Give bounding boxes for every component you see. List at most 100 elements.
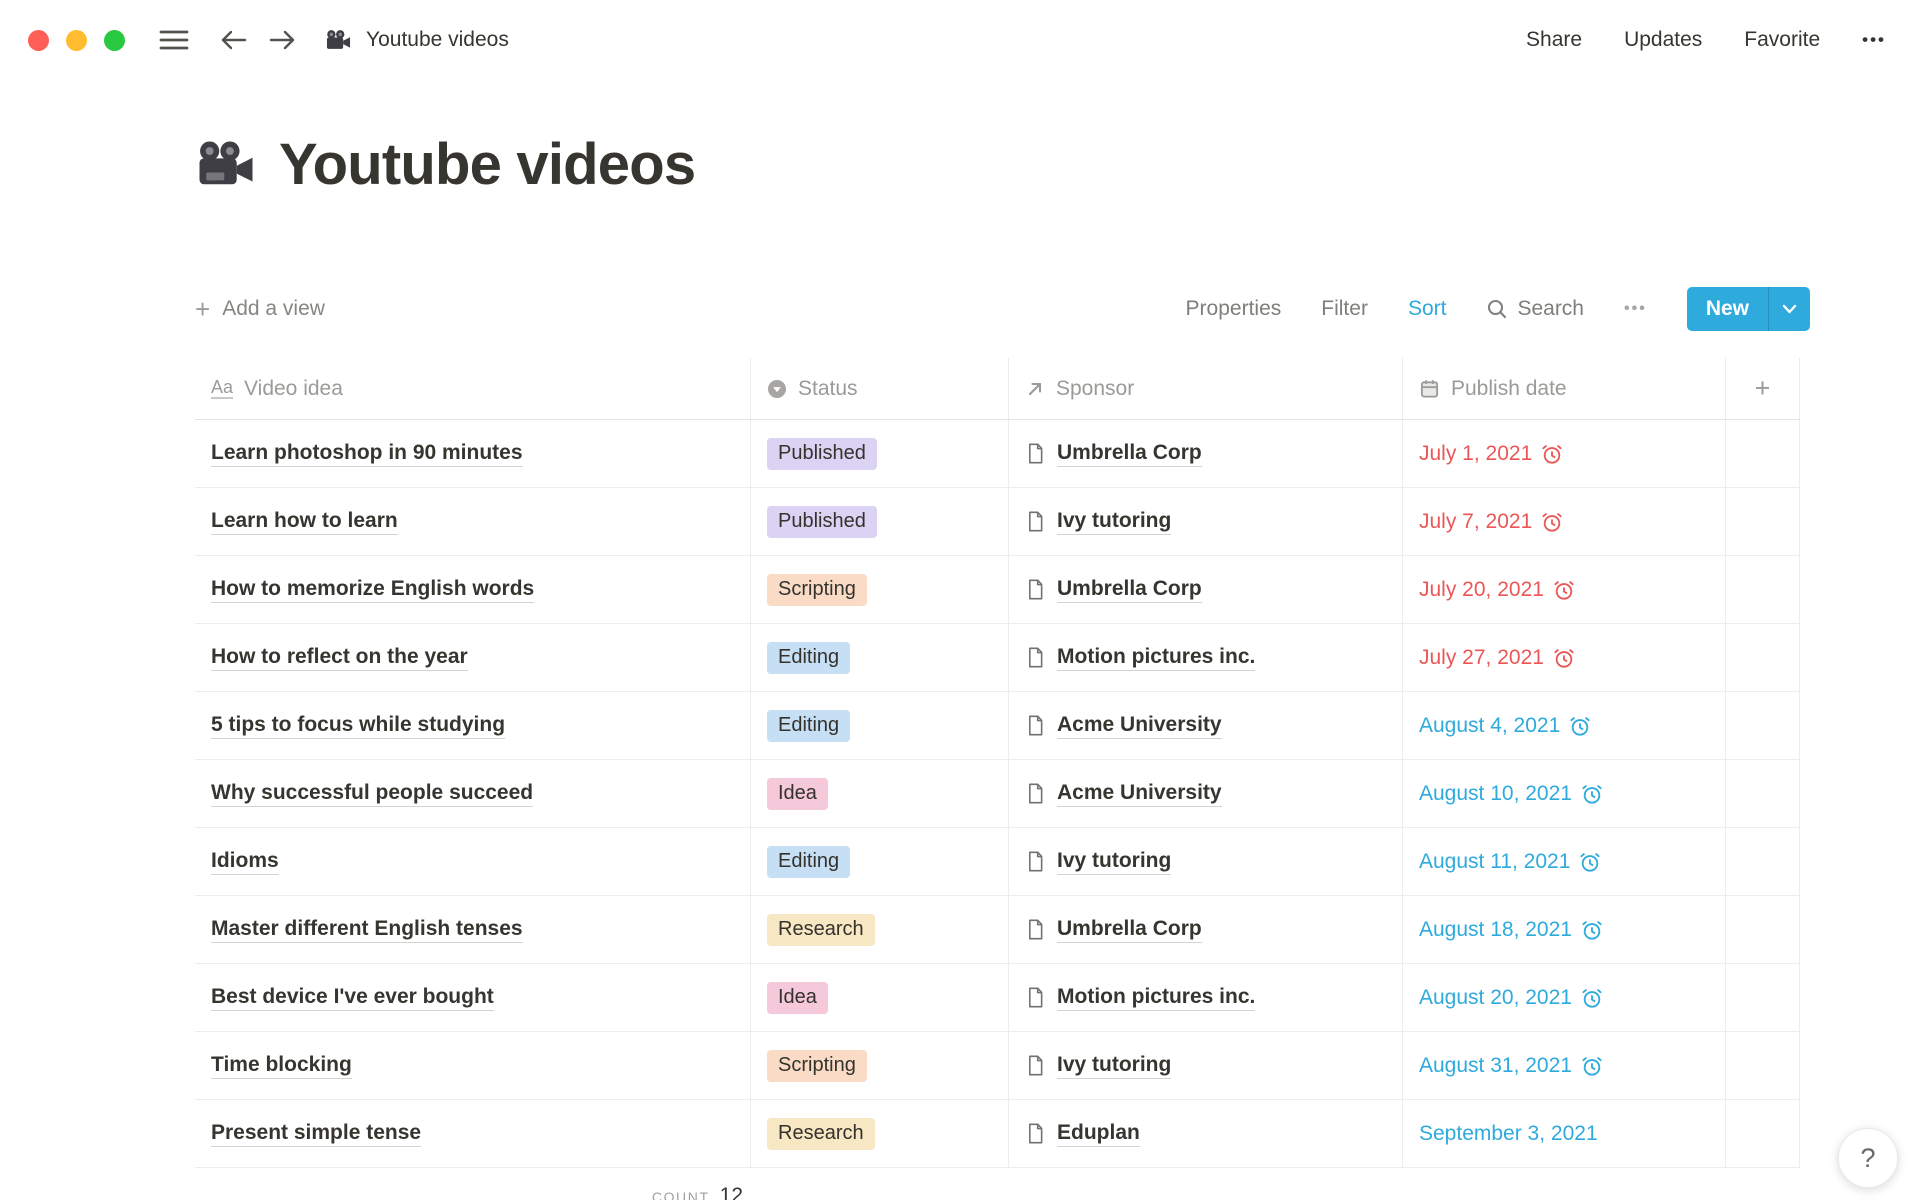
row-title-link[interactable]: Learn photoshop in 90 minutes — [211, 441, 523, 467]
search-button[interactable]: Search — [1486, 297, 1584, 321]
table-row[interactable]: Learn photoshop in 90 minutes Published … — [195, 420, 1800, 488]
publish-date-text[interactable]: July 1, 2021 — [1419, 442, 1532, 466]
help-button[interactable]: ? — [1838, 1128, 1898, 1188]
sponsor-cell[interactable]: Ivy tutoring — [1009, 1032, 1403, 1099]
table-row[interactable]: Idioms Editing Ivy tutoring August 11, 2… — [195, 828, 1800, 896]
status-pill[interactable]: Editing — [767, 642, 850, 674]
status-cell[interactable]: Editing — [751, 828, 1009, 895]
row-title-link[interactable]: Best device I've ever bought — [211, 985, 494, 1011]
sponsor-cell[interactable]: Umbrella Corp — [1009, 420, 1403, 487]
publish-date-cell[interactable]: August 10, 2021 — [1403, 760, 1726, 827]
publish-date-text[interactable]: August 11, 2021 — [1419, 850, 1570, 874]
sponsor-page-link[interactable]: Motion pictures inc. — [1057, 985, 1255, 1011]
status-cell[interactable]: Scripting — [751, 556, 1009, 623]
row-title-link[interactable]: Time blocking — [211, 1053, 352, 1079]
sponsor-page-link[interactable]: Ivy tutoring — [1057, 1053, 1171, 1079]
zoom-window-button[interactable] — [104, 30, 125, 51]
sponsor-page-link[interactable]: Ivy tutoring — [1057, 509, 1171, 535]
count-label[interactable]: COUNT — [652, 1189, 710, 1200]
sponsor-page-link[interactable]: Acme University — [1057, 713, 1222, 739]
video-idea-cell[interactable]: Why successful people succeed — [195, 760, 751, 827]
publish-date-text[interactable]: July 20, 2021 — [1419, 578, 1544, 602]
publish-date-cell[interactable]: August 20, 2021 — [1403, 964, 1726, 1031]
table-row[interactable]: Learn how to learn Published Ivy tutorin… — [195, 488, 1800, 556]
page-emoji-movie-camera-icon[interactable] — [195, 139, 257, 189]
status-cell[interactable]: Editing — [751, 624, 1009, 691]
row-title-link[interactable]: Idioms — [211, 849, 279, 875]
publish-date-cell[interactable]: August 4, 2021 — [1403, 692, 1726, 759]
status-pill[interactable]: Published — [767, 506, 877, 538]
video-idea-cell[interactable]: Learn photoshop in 90 minutes — [195, 420, 751, 487]
table-row[interactable]: How to memorize English words Scripting … — [195, 556, 1800, 624]
sponsor-page-link[interactable]: Motion pictures inc. — [1057, 645, 1255, 671]
status-pill[interactable]: Idea — [767, 982, 828, 1014]
row-title-link[interactable]: Learn how to learn — [211, 509, 398, 535]
filter-button[interactable]: Filter — [1321, 297, 1368, 321]
status-cell[interactable]: Published — [751, 488, 1009, 555]
back-icon[interactable] — [219, 27, 249, 53]
status-pill[interactable]: Scripting — [767, 574, 867, 606]
sponsor-page-link[interactable]: Ivy tutoring — [1057, 849, 1171, 875]
sponsor-page-link[interactable]: Umbrella Corp — [1057, 917, 1202, 943]
column-header-status[interactable]: Status — [751, 358, 1009, 419]
status-cell[interactable]: Idea — [751, 964, 1009, 1031]
video-idea-cell[interactable]: Time blocking — [195, 1032, 751, 1099]
status-pill[interactable]: Editing — [767, 710, 850, 742]
sponsor-cell[interactable]: Motion pictures inc. — [1009, 624, 1403, 691]
table-row[interactable]: Master different English tenses Research… — [195, 896, 1800, 964]
publish-date-text[interactable]: August 18, 2021 — [1419, 918, 1572, 942]
minimize-window-button[interactable] — [66, 30, 87, 51]
publish-date-text[interactable]: August 4, 2021 — [1419, 714, 1560, 738]
sponsor-cell[interactable]: Umbrella Corp — [1009, 896, 1403, 963]
sidebar-menu-icon[interactable] — [159, 28, 189, 52]
status-pill[interactable]: Published — [767, 438, 877, 470]
updates-button[interactable]: Updates — [1624, 28, 1702, 52]
publish-date-text[interactable]: August 10, 2021 — [1419, 782, 1572, 806]
close-window-button[interactable] — [28, 30, 49, 51]
row-title-link[interactable]: Why successful people succeed — [211, 781, 533, 807]
row-title-link[interactable]: Present simple tense — [211, 1121, 421, 1147]
video-idea-cell[interactable]: How to memorize English words — [195, 556, 751, 623]
publish-date-cell[interactable]: July 7, 2021 — [1403, 488, 1726, 555]
row-title-link[interactable]: Master different English tenses — [211, 917, 523, 943]
video-idea-cell[interactable]: Idioms — [195, 828, 751, 895]
favorite-button[interactable]: Favorite — [1744, 28, 1820, 52]
publish-date-cell[interactable]: August 11, 2021 — [1403, 828, 1726, 895]
share-button[interactable]: Share — [1526, 28, 1582, 52]
sponsor-cell[interactable]: Acme University — [1009, 760, 1403, 827]
status-pill[interactable]: Research — [767, 1118, 875, 1150]
table-row[interactable]: Time blocking Scripting Ivy tutoring Aug… — [195, 1032, 1800, 1100]
video-idea-cell[interactable]: 5 tips to focus while studying — [195, 692, 751, 759]
status-pill[interactable]: Research — [767, 914, 875, 946]
publish-date-cell[interactable]: July 1, 2021 — [1403, 420, 1726, 487]
column-header-video-idea[interactable]: Aa Video idea — [195, 358, 751, 419]
table-row[interactable]: 5 tips to focus while studying Editing A… — [195, 692, 1800, 760]
publish-date-text[interactable]: July 27, 2021 — [1419, 646, 1544, 670]
status-cell[interactable]: Published — [751, 420, 1009, 487]
sponsor-cell[interactable]: Motion pictures inc. — [1009, 964, 1403, 1031]
sponsor-cell[interactable]: Ivy tutoring — [1009, 488, 1403, 555]
sponsor-page-link[interactable]: Umbrella Corp — [1057, 577, 1202, 603]
status-pill[interactable]: Scripting — [767, 1050, 867, 1082]
row-title-link[interactable]: How to memorize English words — [211, 577, 534, 603]
status-pill[interactable]: Idea — [767, 778, 828, 810]
new-record-button[interactable]: New — [1687, 287, 1810, 331]
page-title[interactable]: Youtube videos — [279, 131, 695, 198]
column-header-publish-date[interactable]: Publish date — [1403, 358, 1726, 419]
sponsor-page-link[interactable]: Acme University — [1057, 781, 1222, 807]
sponsor-cell[interactable]: Ivy tutoring — [1009, 828, 1403, 895]
sponsor-cell[interactable]: Acme University — [1009, 692, 1403, 759]
publish-date-cell[interactable]: July 20, 2021 — [1403, 556, 1726, 623]
sponsor-cell[interactable]: Eduplan — [1009, 1100, 1403, 1167]
forward-icon[interactable] — [267, 27, 297, 53]
new-button-chevron-down-icon[interactable] — [1768, 287, 1810, 331]
add-view-button[interactable]: + Add a view — [195, 296, 325, 322]
status-cell[interactable]: Research — [751, 896, 1009, 963]
publish-date-text[interactable]: August 20, 2021 — [1419, 986, 1572, 1010]
status-cell[interactable]: Editing — [751, 692, 1009, 759]
view-more-options-icon[interactable]: ••• — [1624, 300, 1647, 318]
publish-date-cell[interactable]: July 27, 2021 — [1403, 624, 1726, 691]
properties-button[interactable]: Properties — [1186, 297, 1282, 321]
publish-date-cell[interactable]: August 18, 2021 — [1403, 896, 1726, 963]
table-row[interactable]: How to reflect on the year Editing Motio… — [195, 624, 1800, 692]
